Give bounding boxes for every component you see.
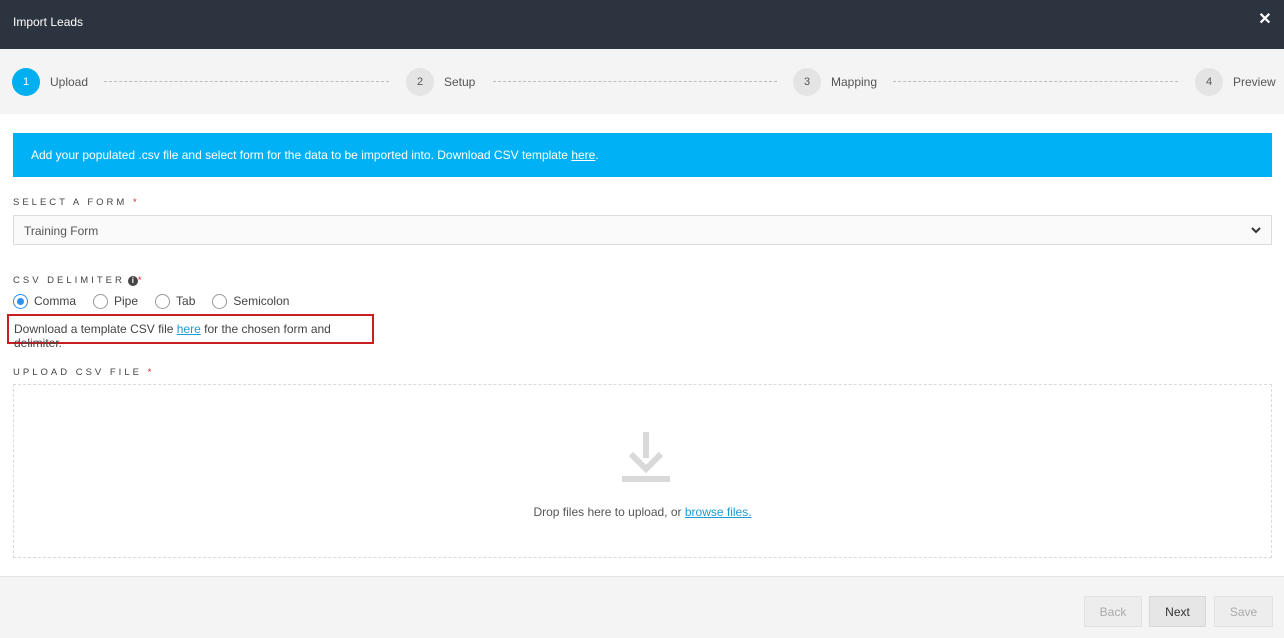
delimiter-radio-group: Comma Pipe Tab Semicolon [13,293,306,309]
download-arrow-icon [622,432,670,482]
step-number: 3 [793,68,821,96]
step-upload[interactable]: 1 Upload [12,68,88,96]
download-template-link[interactable]: here [571,148,595,162]
form-select-value: Training Form [24,224,99,238]
radio-label: Semicolon [233,294,290,308]
radio-label: Pipe [114,294,139,308]
next-button[interactable]: Next [1149,596,1206,627]
required-mark: * [132,197,140,208]
info-icon[interactable]: i [127,276,138,286]
step-connector [493,81,777,82]
csv-delimiter-label: CSV DELIMITER i * [13,275,145,286]
step-setup[interactable]: 2 Setup [406,68,475,96]
step-label: Mapping [831,75,878,89]
save-button[interactable]: Save [1214,596,1273,627]
radio-circle[interactable] [212,293,228,309]
browse-files-link[interactable]: browse files. [685,505,752,519]
step-label: Setup [444,75,476,89]
info-banner-text: Add your populated .csv file and select … [31,148,572,162]
radio-circle[interactable] [155,293,171,309]
radio-circle[interactable] [93,293,109,309]
step-mapping[interactable]: 3 Mapping [793,68,877,96]
modal-footer: Back Next Save [0,576,1284,638]
file-dropzone[interactable]: Drop files here to upload, or browse fil… [13,384,1272,558]
chevron-down-icon [1251,227,1261,234]
step-connector [104,81,389,82]
modal-title: Import Leads [13,15,84,29]
back-button[interactable]: Back [1084,596,1142,627]
wizard-stepper: 1 Upload 2 Setup 3 Mapping 4 Preview [0,49,1284,114]
step-number: 4 [1195,68,1223,96]
step-label: Preview [1233,75,1276,89]
select-form-label: SELECT A FORM * [13,197,140,208]
radio-pipe[interactable]: Pipe [93,293,139,309]
step-number: 2 [406,68,434,96]
radio-label: Comma [34,294,77,308]
form-select[interactable]: Training Form [13,215,1272,245]
step-preview[interactable]: 4 Preview [1195,68,1276,96]
info-banner: Add your populated .csv file and select … [13,133,1272,177]
radio-tab[interactable]: Tab [155,293,196,309]
radio-comma[interactable]: Comma [13,293,77,309]
required-mark: * [137,275,145,286]
step-label: Upload [50,75,89,89]
step-number: 1 [12,68,40,96]
radio-label: Tab [176,294,196,308]
template-download-note: Download a template CSV file here for th… [7,314,374,350]
radio-circle[interactable] [13,293,28,309]
dropzone-text: Drop files here to upload, or browse fil… [533,505,752,519]
step-connector [893,81,1178,82]
radio-semicolon[interactable]: Semicolon [212,293,290,309]
close-icon[interactable]: ✕ [1258,12,1272,28]
upload-csv-label: UPLOAD CSV FILE * [13,367,155,378]
template-download-link[interactable]: here [177,322,201,336]
template-note-prefix: Download a template CSV file [14,322,177,336]
info-banner-suffix: . [595,148,599,162]
modal-titlebar: Import Leads ✕ [0,0,1284,49]
required-mark: * [147,367,155,378]
